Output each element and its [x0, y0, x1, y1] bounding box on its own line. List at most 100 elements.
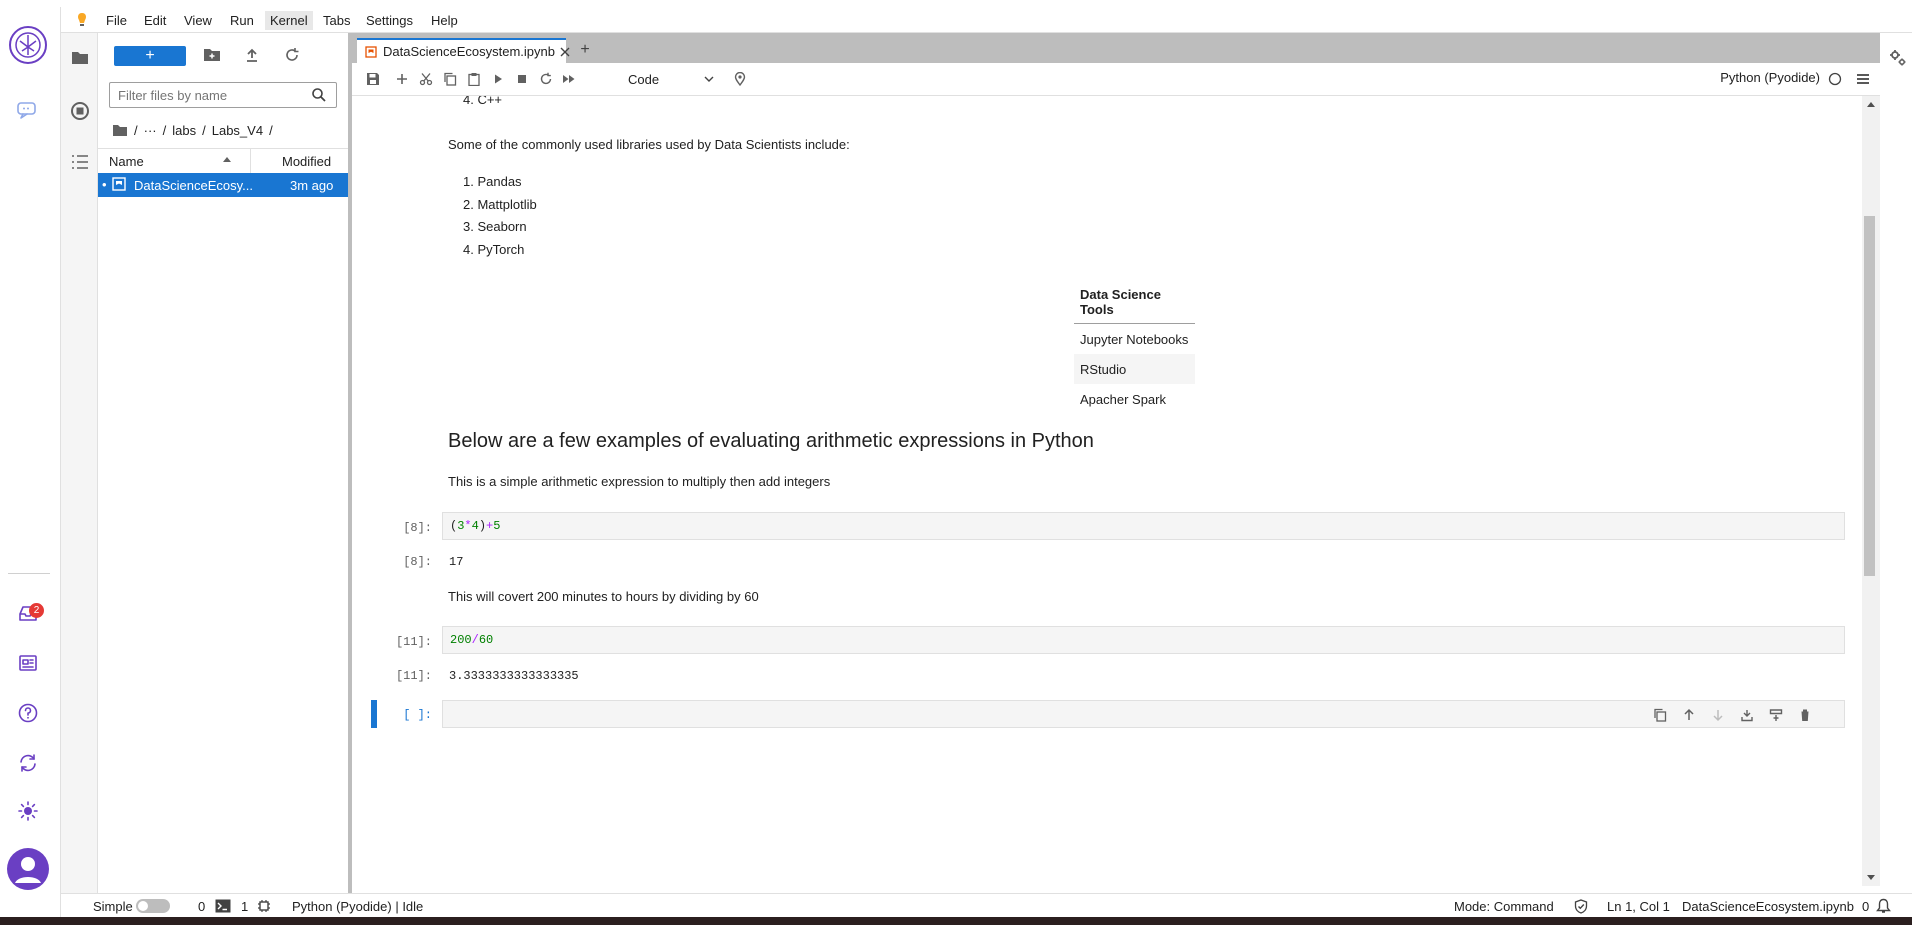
code-operator: *	[464, 519, 472, 533]
interrupt-kernel-icon[interactable]	[511, 69, 533, 89]
languages-list-tail: 4. C++	[463, 96, 502, 112]
libraries-list: 1. Pandas 2. Mattplotlib 3. Seaborn 4. P…	[463, 171, 537, 261]
markdown-text: Some of the commonly used libraries used…	[448, 137, 850, 152]
upload-icon[interactable]	[240, 44, 264, 66]
cell-type-dropdown[interactable]: Code	[628, 70, 714, 88]
list-item: 4. PyTorch	[463, 241, 525, 257]
running-sessions-tab-icon[interactable]	[67, 98, 93, 124]
notebook-scrollbar[interactable]	[1862, 96, 1880, 886]
table-cell: Apacher Spark	[1080, 391, 1166, 407]
file-list-item[interactable]: • DataScienceEcosy... 3m ago	[98, 173, 348, 197]
file-name: DataScienceEcosy...	[134, 178, 253, 193]
menu-view[interactable]: View	[179, 11, 217, 30]
restart-run-all-icon[interactable]	[558, 69, 580, 89]
running-indicator: •	[102, 177, 107, 192]
list-item: 2. Mattplotlib	[463, 196, 537, 212]
sort-ascending-icon[interactable]	[222, 155, 232, 163]
notification-badge: 2	[29, 603, 44, 618]
notebook-panel[interactable]: 4. C++ Some of the commonly used librari…	[352, 96, 1880, 886]
menu-file[interactable]: File	[101, 11, 132, 30]
breadcrumb-labs[interactable]: labs	[172, 123, 196, 138]
scroll-down-arrow-icon[interactable]	[1867, 875, 1875, 881]
kernels-count[interactable]: 1	[241, 899, 248, 914]
copy-icon[interactable]	[439, 69, 461, 89]
notification-count[interactable]: 0	[1862, 899, 1869, 914]
scrollbar-thumb[interactable]	[1864, 216, 1875, 576]
duplicate-cell-icon[interactable]	[1650, 705, 1670, 725]
move-up-icon[interactable]	[1679, 705, 1699, 725]
paste-icon[interactable]	[463, 69, 485, 89]
code-cell-input[interactable]: 200/60	[442, 626, 1845, 654]
help-icon[interactable]	[10, 695, 46, 731]
filter-files-input[interactable]	[116, 83, 300, 107]
simple-mode-toggle[interactable]	[136, 899, 170, 913]
debugger-pin-icon[interactable]	[729, 69, 751, 89]
kernel-chip-icon[interactable]	[257, 899, 271, 913]
chat-icon[interactable]	[10, 92, 46, 128]
list-item: 3. Seaborn	[463, 219, 527, 234]
menu-edit[interactable]: Edit	[139, 11, 171, 30]
terminal-icon[interactable]	[215, 899, 231, 913]
terminals-count[interactable]: 0	[198, 899, 205, 914]
kernel-name[interactable]: Python (Pyodide)	[1720, 70, 1820, 85]
insert-cell-icon[interactable]	[391, 69, 413, 89]
breadcrumb-labs-v4[interactable]: Labs_V4	[212, 123, 263, 138]
filter-files-field[interactable]	[109, 82, 337, 108]
output-prompt: [11]:	[395, 669, 432, 683]
property-inspector-gear-icon[interactable]	[1889, 49, 1907, 67]
home-folder-icon[interactable]	[112, 123, 128, 137]
empty-code-cell[interactable]	[442, 700, 1845, 728]
code-number: 60	[478, 633, 494, 647]
file-browser-tab-icon[interactable]	[67, 45, 93, 71]
new-launcher-button[interactable]: +	[114, 46, 186, 66]
delete-cell-icon[interactable]	[1795, 705, 1815, 725]
new-tab-button[interactable]: +	[574, 40, 596, 60]
save-icon[interactable]	[362, 69, 384, 89]
notebook-tab-icon	[365, 45, 377, 58]
breadcrumb-ellipsis[interactable]: ···	[144, 123, 157, 138]
kernel-status-idle-icon	[1828, 72, 1842, 86]
run-cell-icon[interactable]	[487, 69, 509, 89]
menu-kernel[interactable]: Kernel	[265, 11, 313, 30]
news-icon[interactable]	[10, 645, 46, 681]
notebook-menu-icon[interactable]	[1856, 72, 1870, 86]
data-science-tools-table: Data Science Tools Jupyter Notebooks RSt…	[1074, 281, 1195, 414]
refresh-icon[interactable]	[280, 44, 304, 66]
current-file-name: DataScienceEcosystem.ipynb	[1682, 899, 1854, 914]
app-logo-icon[interactable]	[8, 25, 48, 65]
notebook-file-icon	[112, 177, 126, 191]
menu-tabs[interactable]: Tabs	[318, 11, 355, 30]
tab-datascienceecosystem[interactable]: DataScienceEcosystem.ipynb	[357, 38, 570, 63]
menu-help[interactable]: Help	[426, 11, 463, 30]
menu-run[interactable]: Run	[225, 11, 259, 30]
app-rail: 2	[0, 7, 61, 917]
user-avatar-icon[interactable]	[6, 847, 50, 891]
bell-icon[interactable]	[1876, 898, 1891, 914]
breadcrumb-separator: /	[269, 122, 273, 138]
sync-icon[interactable]	[10, 745, 46, 781]
kernel-status[interactable]: Python (Pyodide) | Idle	[292, 899, 423, 914]
new-folder-icon[interactable]	[200, 44, 224, 66]
file-modified: 3m ago	[290, 178, 334, 193]
table-header: Data Science Tools	[1074, 281, 1195, 324]
column-modified[interactable]: Modified	[282, 154, 331, 169]
insert-above-icon[interactable]	[1737, 705, 1757, 725]
table-of-contents-tab-icon[interactable]	[67, 149, 93, 175]
insert-below-icon[interactable]	[1766, 705, 1786, 725]
trusted-shield-icon[interactable]	[1574, 899, 1588, 914]
notebook-toolbar: Code Python (Pyodide)	[352, 63, 1880, 96]
restart-kernel-icon[interactable]	[535, 69, 557, 89]
scroll-up-arrow-icon[interactable]	[1867, 101, 1875, 107]
theme-toggle-icon[interactable]	[10, 793, 46, 829]
menu-settings[interactable]: Settings	[361, 11, 418, 30]
code-number: 5	[493, 519, 501, 533]
table-cell: RStudio	[1074, 354, 1195, 384]
close-tab-icon[interactable]	[559, 46, 571, 58]
column-name[interactable]: Name	[109, 154, 144, 169]
cursor-position[interactable]: Ln 1, Col 1	[1607, 899, 1670, 914]
code-cell-input[interactable]: (3*4)+5	[442, 512, 1845, 540]
move-down-icon[interactable]	[1708, 705, 1728, 725]
cut-icon[interactable]	[415, 69, 437, 89]
tab-title: DataScienceEcosystem.ipynb	[383, 44, 555, 59]
cell-type-value: Code	[628, 71, 660, 87]
